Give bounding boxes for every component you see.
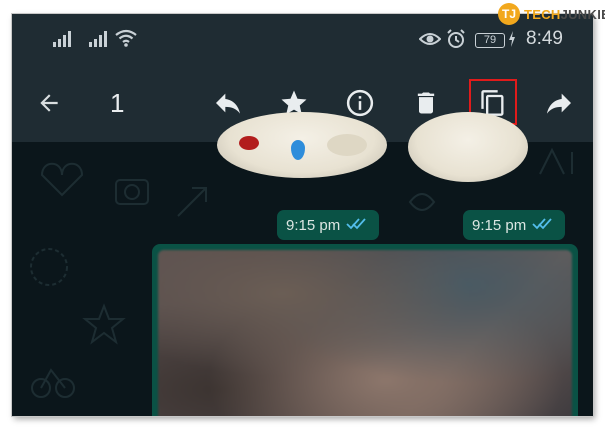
eye-icon (418, 31, 442, 52)
wallpaper-doodle-icon (40, 162, 84, 197)
message-photo[interactable] (158, 250, 572, 416)
selected-count: 1 (110, 88, 125, 118)
watermark-logo: TJ TECHJUNKIE (498, 2, 605, 26)
wallpaper-doodle-icon (115, 179, 149, 205)
message-time: 9:15 pm (286, 216, 341, 234)
alarm-icon (446, 29, 466, 54)
status-time: 8:49 (526, 28, 563, 49)
message-time-bubble: 9:15 pm (463, 210, 565, 240)
read-receipt-icon (346, 217, 366, 234)
signal-icon (88, 30, 110, 53)
charging-icon (508, 31, 516, 52)
chat-area: 9:15 pm 9:15 pm (12, 112, 593, 416)
logo-icon: TJ (498, 3, 520, 25)
arrow-back-icon[interactable] (30, 84, 68, 122)
wifi-icon (114, 28, 138, 53)
sticker-image[interactable] (217, 112, 387, 178)
wallpaper-doodle-icon (31, 368, 75, 398)
wallpaper-doodle-icon (539, 147, 573, 175)
reply-icon[interactable] (209, 84, 247, 122)
signal-icon (52, 30, 74, 53)
message-time-bubble: 9:15 pm (277, 210, 379, 240)
phone-screen: 79 8:49 1 9:15 pm 9:15 pm (12, 14, 593, 416)
logo-text-tech: TECH (524, 6, 561, 22)
read-receipt-icon (532, 217, 552, 234)
message-time: 9:15 pm (472, 216, 527, 234)
wallpaper-doodle-icon (408, 193, 436, 211)
logo-text-junkie: JUNKIE (560, 6, 605, 22)
wallpaper-doodle-icon (30, 248, 68, 286)
wallpaper-doodle-icon (82, 303, 126, 345)
battery-indicator: 79 (475, 33, 505, 48)
image-message[interactable] (152, 244, 578, 416)
wallpaper-doodle-icon (177, 187, 207, 217)
sticker-image[interactable] (408, 112, 528, 182)
forward-icon[interactable] (540, 84, 578, 122)
